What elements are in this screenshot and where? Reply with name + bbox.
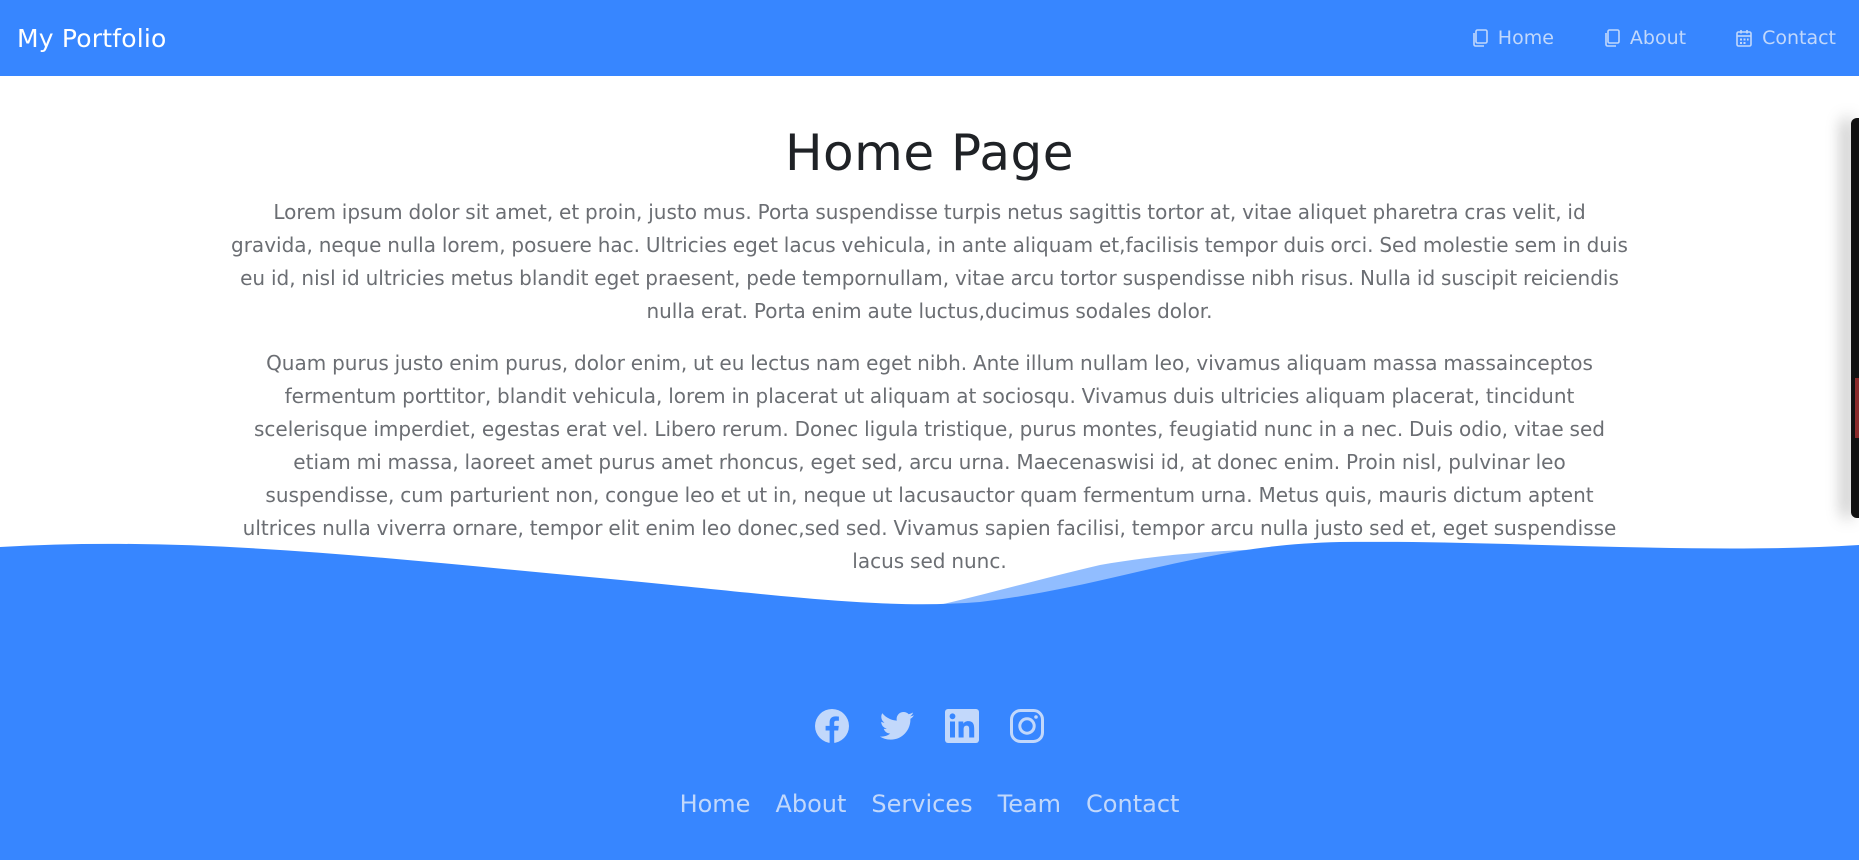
intro-paragraph: Lorem ipsum dolor sit amet, et proin, ju… bbox=[231, 200, 1628, 323]
copy-icon bbox=[1470, 28, 1490, 48]
nav-links: Home About Contact bbox=[1470, 27, 1836, 49]
nav-link-about[interactable]: About bbox=[1602, 27, 1686, 49]
facebook-icon[interactable] bbox=[814, 708, 850, 744]
footer: Home About Services Team Contact bbox=[0, 540, 1859, 860]
nav-link-label: Contact bbox=[1762, 27, 1836, 49]
social-links bbox=[0, 708, 1859, 744]
nav-link-home[interactable]: Home bbox=[1470, 27, 1554, 49]
copy-icon bbox=[1602, 28, 1622, 48]
nav-link-label: Home bbox=[1497, 27, 1554, 49]
main-content: Home Page Lorem ipsum dolor sit amet, et… bbox=[0, 76, 1859, 578]
calendar-icon bbox=[1734, 28, 1754, 48]
nav-link-label: About bbox=[1629, 27, 1687, 49]
footer-nav: Home About Services Team Contact bbox=[0, 790, 1859, 818]
nav-link-contact[interactable]: Contact bbox=[1734, 27, 1836, 49]
page-title: Home Page bbox=[784, 124, 1075, 182]
footer-link-team[interactable]: Team bbox=[998, 790, 1061, 818]
twitter-icon[interactable] bbox=[879, 708, 915, 744]
side-image-edge bbox=[1851, 118, 1859, 518]
instagram-icon[interactable] bbox=[1009, 708, 1045, 744]
footer-link-contact[interactable]: Contact bbox=[1086, 790, 1179, 818]
brand-logo[interactable]: My Portfolio bbox=[17, 24, 167, 53]
navbar: My Portfolio Home About Contact bbox=[0, 0, 1859, 76]
footer-link-about[interactable]: About bbox=[775, 790, 846, 818]
footer-link-services[interactable]: Services bbox=[871, 790, 972, 818]
linkedin-icon[interactable] bbox=[944, 708, 980, 744]
footer-link-home[interactable]: Home bbox=[680, 790, 751, 818]
